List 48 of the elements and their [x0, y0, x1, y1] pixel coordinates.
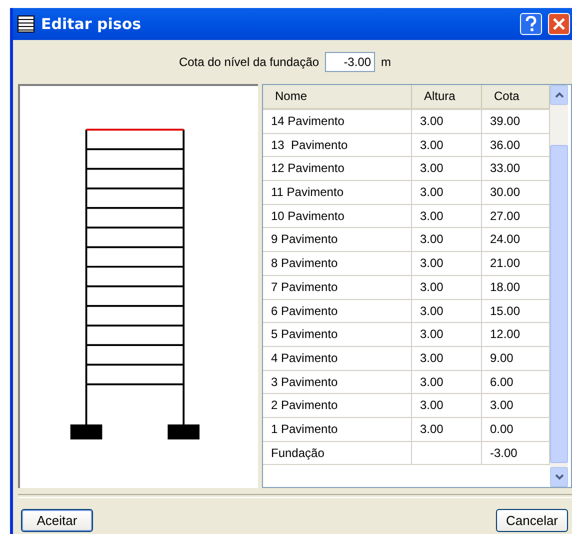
unit-label: m: [381, 55, 392, 69]
cancel-button[interactable]: Cancelar: [496, 509, 568, 532]
table-cell: 3.00: [412, 204, 482, 228]
table-cell: Fundação: [263, 442, 412, 464]
building-icon: [17, 15, 35, 33]
table-cell: 10 Pavimento: [263, 204, 412, 228]
caret-up-icon: [554, 92, 564, 98]
table-cell: 3.00: [412, 228, 482, 252]
help-button[interactable]: [520, 13, 542, 35]
table-cell: 3 Pavimento: [263, 370, 412, 394]
table-cell: 2 Pavimento: [263, 394, 412, 417]
table-cell: 3.00: [412, 134, 482, 156]
scroll-thumb[interactable]: [550, 145, 568, 463]
close-button[interactable]: [548, 13, 570, 35]
caret-down-icon: [554, 474, 564, 480]
table-cell: 3.00: [412, 157, 482, 180]
scroll-down-button[interactable]: [550, 467, 568, 487]
table-cell: 3.00: [412, 252, 482, 275]
table-cell: 3.00: [412, 370, 482, 394]
table-cell: 3.00: [412, 110, 482, 133]
table-cell: 3.00: [412, 418, 482, 441]
table-cell: 3.00: [412, 276, 482, 298]
field-label: Cota do nível da fundação: [178, 55, 320, 69]
table-cell: 6 Pavimento: [263, 300, 412, 322]
table-cell: 11 Pavimento: [263, 181, 412, 204]
table-cell: 9 Pavimento: [263, 228, 412, 252]
table-cell: 13 Pavimento: [263, 134, 412, 156]
table-cell: 3.00: [412, 323, 482, 346]
question-mark-icon: [524, 16, 538, 32]
scroll-up-button[interactable]: [550, 85, 568, 105]
accept-button[interactable]: Aceitar: [21, 509, 93, 532]
table-cell: 3.00: [412, 394, 482, 417]
table-cell: 1 Pavimento: [263, 418, 412, 441]
foundation-level-field[interactable]: -3.00: [325, 52, 376, 72]
scrollbar[interactable]: [550, 85, 568, 487]
table-cell: 4 Pavimento: [263, 346, 412, 370]
table-cell: 14 Pavimento: [263, 110, 412, 133]
window-title: Editar pisos: [41, 15, 142, 33]
table-cell: 7 Pavimento: [263, 276, 412, 298]
column-header[interactable]: Nome: [263, 85, 412, 108]
table-cell: 8 Pavimento: [263, 252, 412, 275]
table-cell: 3.00: [412, 346, 482, 370]
table-cell: 3.00: [412, 300, 482, 322]
column-header[interactable]: Altura: [412, 85, 482, 108]
table-cell: 3.00: [412, 181, 482, 204]
table-cell: 12 Pavimento: [263, 157, 412, 180]
table-cell: 5 Pavimento: [263, 323, 412, 346]
close-icon: [552, 17, 566, 31]
